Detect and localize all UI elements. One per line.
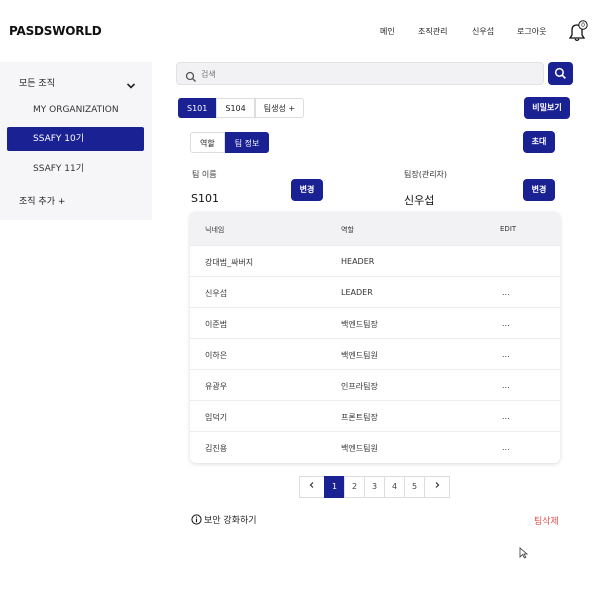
app-logo[interactable]: PASDSWORLD	[9, 24, 102, 38]
tab-roles[interactable]: 역할	[190, 132, 225, 153]
member-name: 유광우	[205, 382, 228, 391]
tab-team-s101[interactable]: S101	[178, 98, 217, 118]
search-icon	[185, 68, 197, 82]
table-row: 이준범 백엔드팀장 ...	[190, 307, 560, 338]
member-role: HEADER	[341, 257, 375, 266]
info-icon	[191, 514, 202, 525]
page-2-button[interactable]: 2	[344, 476, 365, 498]
member-role: 백엔드팀원	[341, 351, 378, 360]
search-button[interactable]	[548, 62, 573, 85]
notification-count: 0	[581, 22, 585, 29]
chevron-down-icon[interactable]	[126, 76, 136, 89]
page-1-button[interactable]: 1	[324, 476, 345, 498]
sidebar-all-orgs[interactable]: 모든 조직	[19, 76, 55, 89]
search-input[interactable]	[201, 66, 521, 82]
team-tabs: S101 S104 팀생성 +	[178, 98, 305, 118]
mouse-cursor-icon	[519, 544, 529, 559]
top-header: PASDSWORLD 메인 조직관리 신우섭 로그아웃 0	[0, 0, 600, 62]
table-row: 신우섭 LEADER ...	[190, 276, 560, 307]
search-icon	[554, 67, 566, 79]
table-header: 닉네임 역할 EDIT	[190, 212, 560, 245]
column-nickname: 닉네임	[205, 226, 225, 234]
search-bar	[176, 62, 544, 85]
member-role: LEADER	[341, 288, 373, 297]
member-name: 이하은	[205, 351, 228, 360]
edit-menu-button[interactable]: ...	[502, 412, 510, 421]
edit-menu-button[interactable]: ...	[502, 350, 510, 359]
sidebar: 모든 조직 MY ORGANIZATION SSAFY 10기 SSAFY 11…	[0, 62, 152, 220]
edit-menu-button[interactable]: ...	[502, 288, 510, 297]
member-name: 강대범_싸버지	[205, 258, 254, 267]
sub-tabs: 역할 팀 정보	[190, 132, 270, 153]
team-name-value: S101	[191, 192, 219, 205]
nav-user-name[interactable]: 신우섭	[472, 26, 494, 37]
table-row: 유광우 인프라팀장 ...	[190, 369, 560, 400]
leader-value: 신우섭	[404, 194, 435, 207]
member-role: 백엔드팀원	[341, 444, 378, 453]
chevron-right-icon	[435, 482, 440, 488]
member-name: 김진용	[205, 444, 228, 453]
member-name: 임덕기	[205, 413, 228, 422]
next-page-button[interactable]	[424, 476, 450, 498]
create-team-button[interactable]: 팀생성 +	[254, 98, 305, 118]
table-row: 김진용 백엔드팀원 ...	[190, 431, 560, 462]
notification-bell-icon[interactable]: 0	[566, 20, 590, 44]
prev-page-button[interactable]	[299, 476, 325, 498]
team-name-label: 팀 이름	[192, 170, 217, 179]
sidebar-item-ssafy-11[interactable]: SSAFY 11기	[33, 161, 84, 174]
member-role: 인프라팀장	[341, 382, 378, 391]
tab-team-info[interactable]: 팀 정보	[224, 132, 270, 153]
nav-logout[interactable]: 로그아웃	[517, 26, 546, 37]
secret-view-button[interactable]: 비밀보기	[524, 97, 570, 119]
column-role: 역할	[341, 226, 354, 234]
add-organization-button[interactable]: 조직 추가 +	[19, 194, 65, 207]
table-row: 임덕기 프론트팀장 ...	[190, 400, 560, 431]
tab-team-s104[interactable]: S104	[216, 98, 255, 118]
delete-team-button[interactable]: 팀삭제	[534, 514, 559, 527]
change-team-name-button[interactable]: 변경	[291, 179, 323, 201]
member-role: 프론트팀장	[341, 413, 378, 422]
nav-main[interactable]: 메인	[380, 26, 395, 37]
chevron-left-icon	[309, 482, 314, 488]
page-3-button[interactable]: 3	[364, 476, 385, 498]
leader-label: 팀장(관리자)	[404, 170, 448, 179]
member-role: 백엔드팀장	[341, 320, 378, 329]
table-row: 이하은 백엔드팀원 ...	[190, 338, 560, 369]
page-4-button[interactable]: 4	[384, 476, 405, 498]
security-enhance-link[interactable]: 보안 강화하기	[191, 513, 257, 526]
sidebar-item-ssafy-10[interactable]: SSAFY 10기	[7, 127, 144, 151]
security-link-label: 보안 강화하기	[204, 516, 257, 526]
change-leader-button[interactable]: 변경	[523, 179, 555, 201]
edit-menu-button[interactable]: ...	[502, 443, 510, 452]
pagination: 1 2 3 4 5	[299, 476, 450, 498]
edit-menu-button[interactable]: ...	[502, 381, 510, 390]
nav-org-management[interactable]: 조직관리	[418, 26, 447, 37]
column-edit: EDIT	[500, 225, 517, 233]
member-table: 닉네임 역할 EDIT 강대범_싸버지 HEADER 신우섭 LEADER ..…	[190, 212, 560, 463]
edit-menu-button[interactable]: ...	[502, 319, 510, 328]
member-name: 신우섭	[205, 289, 228, 298]
page-5-button[interactable]: 5	[404, 476, 425, 498]
member-name: 이준범	[205, 320, 228, 329]
table-row: 강대범_싸버지 HEADER	[190, 245, 560, 276]
sidebar-item-my-organization[interactable]: MY ORGANIZATION	[33, 105, 119, 115]
invite-button[interactable]: 초대	[523, 131, 555, 153]
